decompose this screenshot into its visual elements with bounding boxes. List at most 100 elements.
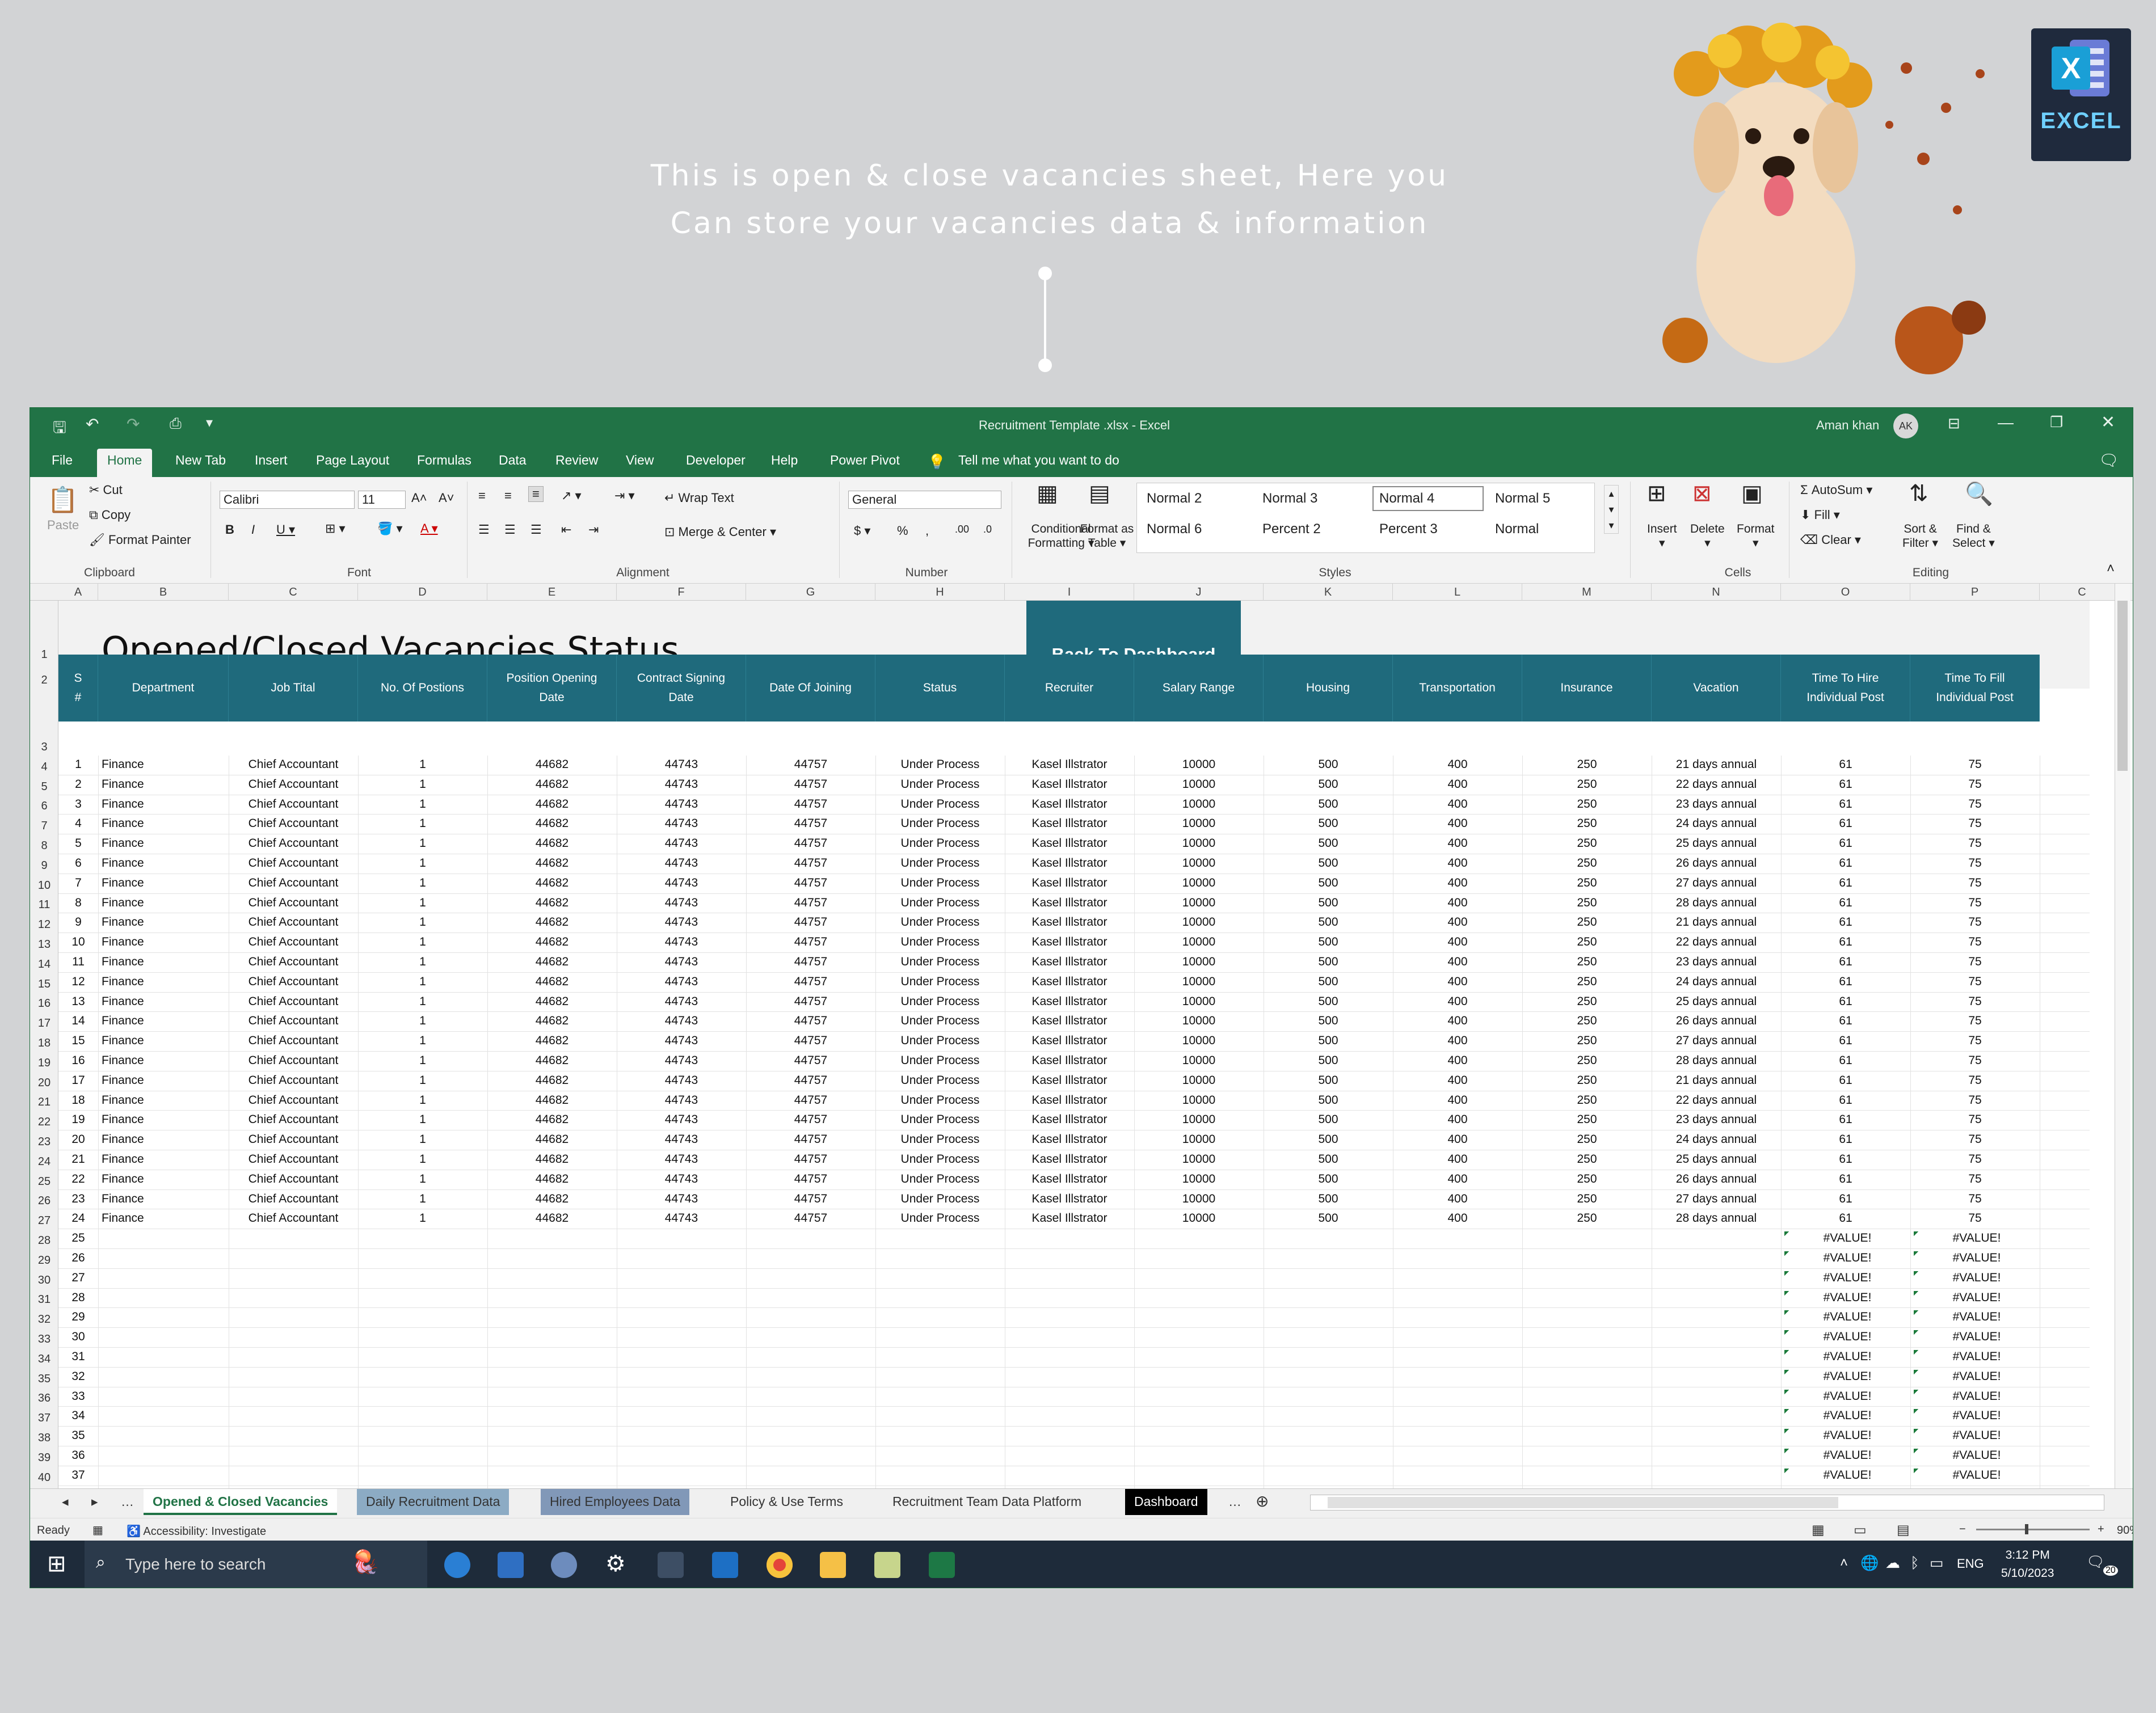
merge-center-button[interactable]: ⊡ Merge & Center ▾ bbox=[664, 525, 776, 539]
table-cell[interactable]: 75 bbox=[1910, 798, 2040, 815]
redo-icon[interactable]: ↷ bbox=[127, 415, 140, 433]
table-cell[interactable]: Chief Accountant bbox=[229, 915, 358, 933]
table-cell[interactable]: Under Process bbox=[875, 1074, 1005, 1091]
table-cell[interactable]: #VALUE! bbox=[1781, 1271, 1910, 1288]
table-cell[interactable]: 24 bbox=[58, 1212, 98, 1229]
table-cell[interactable]: Finance bbox=[98, 1212, 229, 1229]
style-normal-4[interactable]: Normal 4 bbox=[1372, 486, 1484, 511]
table-cell[interactable]: 11 bbox=[58, 955, 98, 972]
table-cell[interactable]: 10000 bbox=[1134, 975, 1264, 992]
align-middle-icon[interactable]: ≡ bbox=[504, 488, 512, 503]
table-cell[interactable]: 61 bbox=[1781, 896, 1910, 913]
table-cell[interactable]: 75 bbox=[1910, 1192, 2040, 1209]
table-cell[interactable]: #VALUE! bbox=[1781, 1369, 1910, 1387]
orientation-icon[interactable]: ↗ ▾ bbox=[561, 488, 582, 503]
page-break-view-icon[interactable]: ▤ bbox=[1897, 1522, 1910, 1538]
user-name[interactable]: Aman khan bbox=[1816, 418, 1879, 433]
table-cell[interactable]: Finance bbox=[98, 935, 229, 952]
table-cell[interactable]: 6 bbox=[58, 857, 98, 874]
table-cell[interactable]: 250 bbox=[1522, 778, 1652, 795]
row-header[interactable]: 38 bbox=[30, 1429, 58, 1446]
table-cell[interactable]: #VALUE! bbox=[1781, 1290, 1910, 1308]
table-cell[interactable]: 500 bbox=[1264, 1133, 1393, 1150]
table-cell[interactable]: Kasel Illstrator bbox=[1005, 758, 1134, 775]
table-cell[interactable]: 250 bbox=[1522, 955, 1652, 972]
table-cell[interactable]: 61 bbox=[1781, 1113, 1910, 1130]
normal-view-icon[interactable]: ▦ bbox=[1812, 1522, 1825, 1538]
table-cell[interactable]: Kasel Illstrator bbox=[1005, 1034, 1134, 1051]
table-cell[interactable]: 44743 bbox=[617, 1133, 746, 1150]
table-cell[interactable]: 10000 bbox=[1134, 896, 1264, 913]
table-cell[interactable]: 44743 bbox=[617, 975, 746, 992]
table-cell[interactable]: 44757 bbox=[746, 1094, 875, 1111]
tab-power-pivot[interactable]: Power Pivot bbox=[820, 449, 910, 477]
table-cell[interactable]: Kasel Illstrator bbox=[1005, 1014, 1134, 1031]
table-cell[interactable]: 7 bbox=[58, 876, 98, 893]
column-header[interactable]: B bbox=[98, 584, 229, 601]
taskbar-search-box[interactable]: ⌕ Type here to search 🪼 bbox=[85, 1541, 427, 1588]
table-cell[interactable]: 250 bbox=[1522, 1192, 1652, 1209]
table-cell[interactable]: 75 bbox=[1910, 1014, 2040, 1031]
table-header-cell[interactable]: Status bbox=[875, 655, 1005, 722]
table-cell[interactable]: #VALUE! bbox=[1910, 1271, 2040, 1288]
table-cell[interactable]: 250 bbox=[1522, 975, 1652, 992]
sheet-tab-hired-employees-data[interactable]: Hired Employees Data bbox=[541, 1489, 690, 1515]
table-cell[interactable]: Finance bbox=[98, 1113, 229, 1130]
row-header[interactable]: 9 bbox=[30, 857, 58, 874]
table-cell[interactable]: 250 bbox=[1522, 798, 1652, 815]
tab-data[interactable]: Data bbox=[489, 449, 537, 477]
table-cell[interactable]: Chief Accountant bbox=[229, 778, 358, 795]
column-header[interactable]: I bbox=[1005, 584, 1134, 601]
table-cell[interactable]: 400 bbox=[1393, 1113, 1522, 1130]
table-cell[interactable]: 44743 bbox=[617, 876, 746, 893]
table-cell[interactable]: 500 bbox=[1264, 817, 1393, 834]
table-cell[interactable]: 44682 bbox=[487, 758, 617, 775]
table-cell[interactable]: 10 bbox=[58, 935, 98, 952]
table-cell[interactable]: 44682 bbox=[487, 1054, 617, 1071]
table-cell[interactable]: 61 bbox=[1781, 1212, 1910, 1229]
table-cell[interactable]: 250 bbox=[1522, 915, 1652, 933]
table-cell[interactable]: 61 bbox=[1781, 1133, 1910, 1150]
italic-button[interactable]: I bbox=[251, 522, 255, 537]
table-cell[interactable]: 400 bbox=[1393, 1172, 1522, 1189]
table-cell[interactable]: Finance bbox=[98, 758, 229, 775]
table-cell[interactable]: 61 bbox=[1781, 915, 1910, 933]
comments-icon[interactable]: 🗨 bbox=[2099, 451, 2119, 470]
chrome-icon[interactable] bbox=[767, 1552, 793, 1578]
zoom-slider-thumb[interactable] bbox=[2025, 1524, 2028, 1534]
table-cell[interactable]: 44682 bbox=[487, 896, 617, 913]
table-cell[interactable]: 44682 bbox=[487, 935, 617, 952]
table-cell[interactable]: 44757 bbox=[746, 1153, 875, 1170]
table-header-cell[interactable]: Position Opening Date bbox=[487, 655, 617, 722]
table-cell[interactable]: Chief Accountant bbox=[229, 1212, 358, 1229]
percent-icon[interactable]: % bbox=[897, 524, 908, 538]
table-cell[interactable]: Kasel Illstrator bbox=[1005, 876, 1134, 893]
table-cell[interactable]: 1 bbox=[358, 1113, 487, 1130]
table-cell[interactable]: Under Process bbox=[875, 778, 1005, 795]
gallery-scroll-icon[interactable]: ▴ ▾ ▾ bbox=[1604, 485, 1619, 534]
table-cell[interactable]: #VALUE! bbox=[1910, 1468, 2040, 1486]
table-cell[interactable]: 1 bbox=[358, 955, 487, 972]
table-cell[interactable]: Chief Accountant bbox=[229, 758, 358, 775]
table-cell[interactable]: #VALUE! bbox=[1910, 1409, 2040, 1427]
table-cell[interactable]: 10000 bbox=[1134, 1172, 1264, 1189]
table-cell[interactable]: Kasel Illstrator bbox=[1005, 935, 1134, 952]
table-cell[interactable]: 44757 bbox=[746, 1014, 875, 1031]
table-cell[interactable]: 61 bbox=[1781, 1153, 1910, 1170]
table-cell[interactable]: 24 days annual bbox=[1652, 975, 1781, 992]
row-header[interactable]: 17 bbox=[30, 1015, 58, 1032]
column-header[interactable]: A bbox=[58, 584, 98, 601]
table-cell[interactable]: 500 bbox=[1264, 798, 1393, 815]
table-cell[interactable]: 26 bbox=[58, 1251, 98, 1268]
table-cell[interactable]: #VALUE! bbox=[1910, 1449, 2040, 1466]
table-cell[interactable]: Finance bbox=[98, 837, 229, 854]
table-cell[interactable]: 500 bbox=[1264, 915, 1393, 933]
table-cell[interactable]: 250 bbox=[1522, 1094, 1652, 1111]
table-cell[interactable]: 400 bbox=[1393, 995, 1522, 1012]
row-header[interactable]: 21 bbox=[30, 1094, 58, 1111]
minimize-icon[interactable]: — bbox=[1998, 414, 2014, 432]
table-cell[interactable]: 61 bbox=[1781, 758, 1910, 775]
table-cell[interactable]: Finance bbox=[98, 876, 229, 893]
table-cell[interactable]: Finance bbox=[98, 1054, 229, 1071]
table-cell[interactable]: #VALUE! bbox=[1781, 1468, 1910, 1486]
